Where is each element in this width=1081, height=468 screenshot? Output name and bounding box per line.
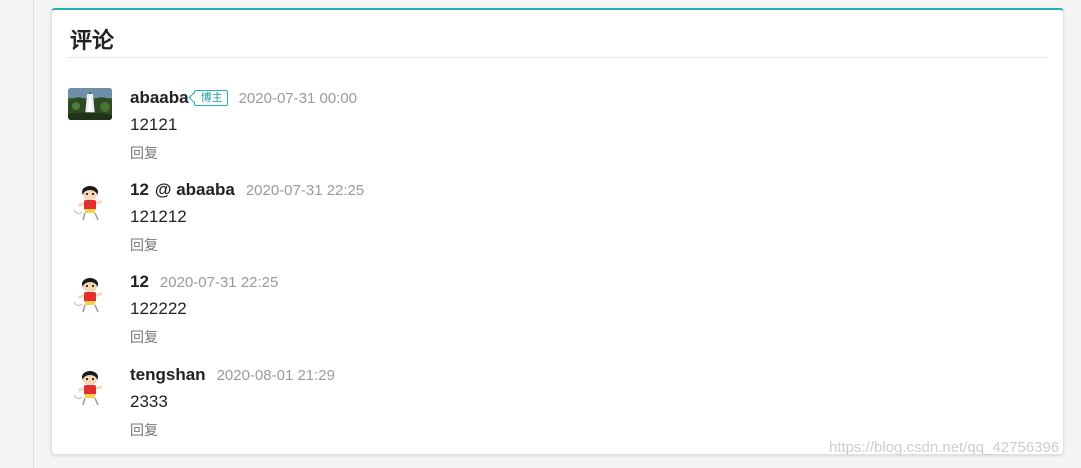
- comment-body: 12 2020-07-31 22:25 122222 回复: [130, 272, 990, 347]
- comment-item: 12 2020-07-31 22:25 122222 回复: [68, 272, 1008, 360]
- comment-time: 2020-07-31 22:25: [159, 273, 279, 291]
- comment-text: 121212: [130, 207, 187, 226]
- comment-item: 12 @ abaaba 2020-07-31 22:25 121212 回复: [68, 180, 1008, 268]
- comment-text: 12121: [130, 115, 178, 134]
- comment-header: 12 @ abaaba 2020-07-31 22:25: [130, 180, 990, 200]
- comment-time: 2020-08-01 21:29: [216, 366, 335, 384]
- left-sidebar-strip: [0, 0, 34, 468]
- comment-time: 2020-07-31 00:00: [238, 89, 358, 107]
- comment-header: tengshan 2020-08-01 21:29: [130, 365, 990, 385]
- reply-button[interactable]: 回复: [130, 421, 158, 439]
- blogger-badge: 博主: [193, 90, 228, 106]
- comment-time: 2020-07-31 22:25: [245, 181, 365, 199]
- comment-author[interactable]: abaaba: [130, 88, 189, 108]
- comment-author[interactable]: tengshan: [130, 365, 206, 385]
- comments-title: 评论: [70, 28, 115, 53]
- reply-button[interactable]: 回复: [130, 328, 158, 346]
- comment-header: abaaba 博主 2020-07-31 00:00: [130, 88, 990, 108]
- comment-text: 2333: [130, 392, 168, 411]
- reply-button[interactable]: 回复: [130, 144, 158, 162]
- watermark: https://blog.csdn.net/qq_42756396: [829, 439, 1060, 456]
- cartoon-boy-avatar[interactable]: [68, 274, 112, 318]
- landscape-photo-avatar[interactable]: [68, 88, 112, 120]
- reply-button[interactable]: 回复: [130, 236, 158, 254]
- mention-target[interactable]: @ abaaba: [155, 180, 235, 200]
- comment-body: 12 @ abaaba 2020-07-31 22:25 121212 回复: [130, 180, 990, 255]
- cartoon-boy-avatar[interactable]: [68, 182, 112, 226]
- comment-author[interactable]: 12: [130, 272, 149, 292]
- comment-header: 12 2020-07-31 22:25: [130, 272, 990, 292]
- comment-body: abaaba 博主 2020-07-31 00:00 12121 回复: [130, 88, 990, 163]
- cartoon-boy-avatar[interactable]: [68, 367, 112, 411]
- comment-body: tengshan 2020-08-01 21:29 2333 回复: [130, 365, 990, 440]
- comment-author[interactable]: 12: [130, 180, 149, 200]
- comment-item: abaaba 博主 2020-07-31 00:00 12121 回复: [68, 88, 1008, 176]
- title-divider: [68, 57, 1048, 58]
- comments-card: 评论 abaaba 博主 2020-07-31 00:00 12121 回复 1…: [51, 8, 1064, 455]
- comment-text: 122222: [130, 299, 187, 318]
